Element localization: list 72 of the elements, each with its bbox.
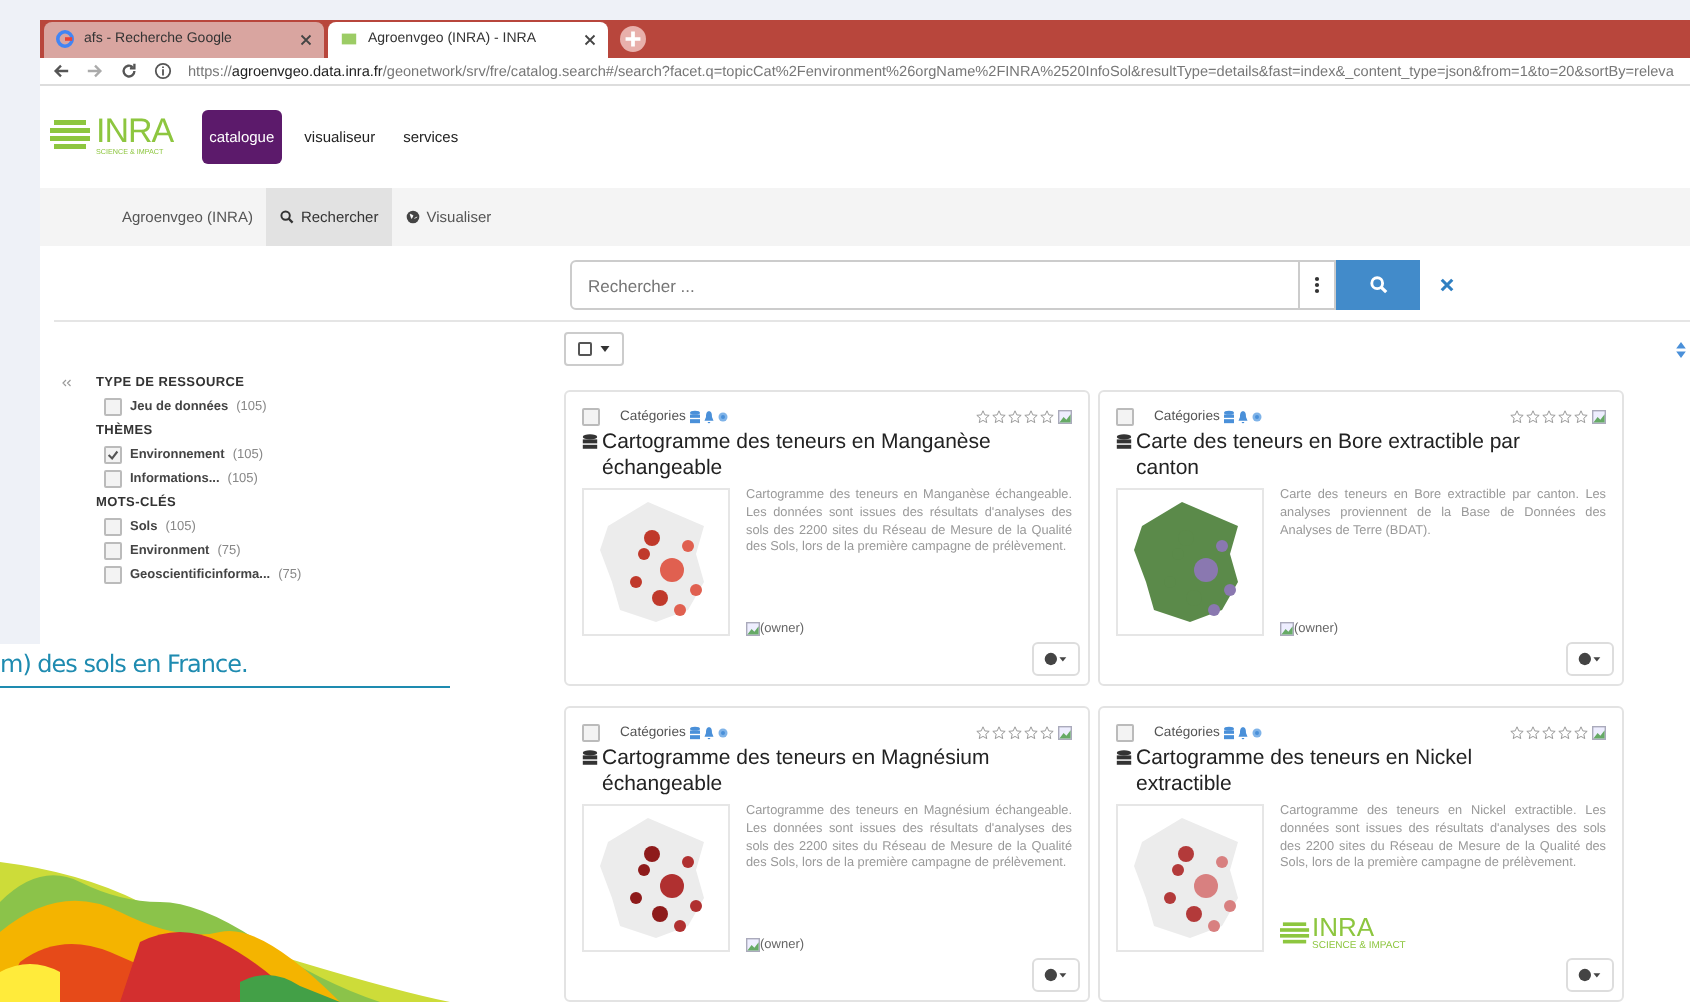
database-icon [582, 750, 598, 768]
star-rating[interactable] [1510, 725, 1588, 739]
globe-icon [1251, 409, 1262, 423]
sort-icon[interactable] [1676, 342, 1686, 358]
actions-dropdown[interactable] [1566, 642, 1614, 676]
globe-icon [717, 725, 728, 739]
broken-image-icon [1592, 409, 1606, 423]
actions-dropdown[interactable] [1566, 958, 1614, 992]
checkbox[interactable] [582, 407, 600, 425]
caret-icon [600, 346, 610, 352]
close-icon[interactable] [300, 33, 312, 46]
broken-image-icon [746, 622, 760, 636]
select-dropdown[interactable] [564, 332, 624, 366]
actions-dropdown[interactable] [1032, 958, 1080, 992]
search-icon [280, 210, 295, 224]
globe-icon [1251, 725, 1262, 739]
database-icon [689, 725, 700, 739]
checkbox[interactable] [1116, 407, 1134, 425]
leaf-favicon-icon [340, 30, 358, 49]
broken-image-icon [1058, 409, 1072, 423]
back-icon[interactable] [52, 61, 70, 80]
clear-icon[interactable] [1440, 278, 1454, 292]
checkbox[interactable] [104, 469, 122, 487]
globe-caret-icon [1044, 968, 1068, 982]
result-title[interactable]: Carte des teneurs en Bore extractible par canton [1136, 430, 1566, 480]
globe-caret-icon [1044, 652, 1068, 666]
forward-icon[interactable] [86, 61, 104, 80]
checkbox[interactable] [104, 517, 122, 535]
broken-image-icon [1592, 725, 1606, 739]
globe-caret-icon [1578, 652, 1602, 666]
logo-name: INRA [96, 116, 174, 148]
slide-caption: m) des sols en France. [0, 644, 450, 688]
search-icon [1369, 276, 1387, 294]
search-field[interactable]: Rechercher ... [570, 260, 1300, 310]
broken-image-icon [746, 938, 760, 952]
result-title[interactable]: Cartogramme des teneurs en Manganèse échangeable [602, 430, 1032, 480]
collapse-icon[interactable] [60, 378, 72, 388]
database-icon [1116, 434, 1132, 452]
options-button[interactable] [1300, 260, 1336, 310]
checkbox[interactable] [582, 723, 600, 741]
close-icon[interactable] [584, 33, 596, 46]
more-icon [1314, 276, 1320, 294]
database-icon [689, 409, 700, 423]
database-icon [1223, 409, 1234, 423]
star-rating[interactable] [1510, 409, 1588, 423]
checkbox[interactable] [104, 445, 122, 463]
logo-name: INRA [1312, 916, 1375, 940]
new-tab-icon[interactable] [620, 25, 646, 52]
actions-dropdown[interactable] [1032, 642, 1080, 676]
globe-icon [717, 409, 728, 423]
bell-icon [703, 725, 714, 739]
checkbox[interactable] [104, 565, 122, 583]
bell-icon [1237, 725, 1248, 739]
checkbox[interactable] [104, 397, 122, 415]
search-button[interactable] [1336, 260, 1420, 310]
globe-caret-icon [1578, 968, 1602, 982]
result-title[interactable]: Cartogramme des teneurs en Magnésium échangeable [602, 746, 1032, 796]
reload-icon[interactable] [120, 61, 138, 80]
database-icon [582, 434, 598, 452]
star-rating[interactable] [976, 725, 1054, 739]
broken-image-icon [1280, 622, 1294, 636]
database-icon [1223, 725, 1234, 739]
checkbox[interactable] [1116, 723, 1134, 741]
bell-icon [1237, 409, 1248, 423]
globe-icon [406, 210, 421, 224]
info-icon[interactable] [154, 61, 172, 80]
star-rating[interactable] [976, 409, 1054, 423]
result-title[interactable]: Cartogramme des teneurs en Nickel extractible [1136, 746, 1566, 796]
database-icon [1116, 750, 1132, 768]
checkbox[interactable] [104, 541, 122, 559]
bell-icon [703, 409, 714, 423]
broken-image-icon [1058, 725, 1072, 739]
